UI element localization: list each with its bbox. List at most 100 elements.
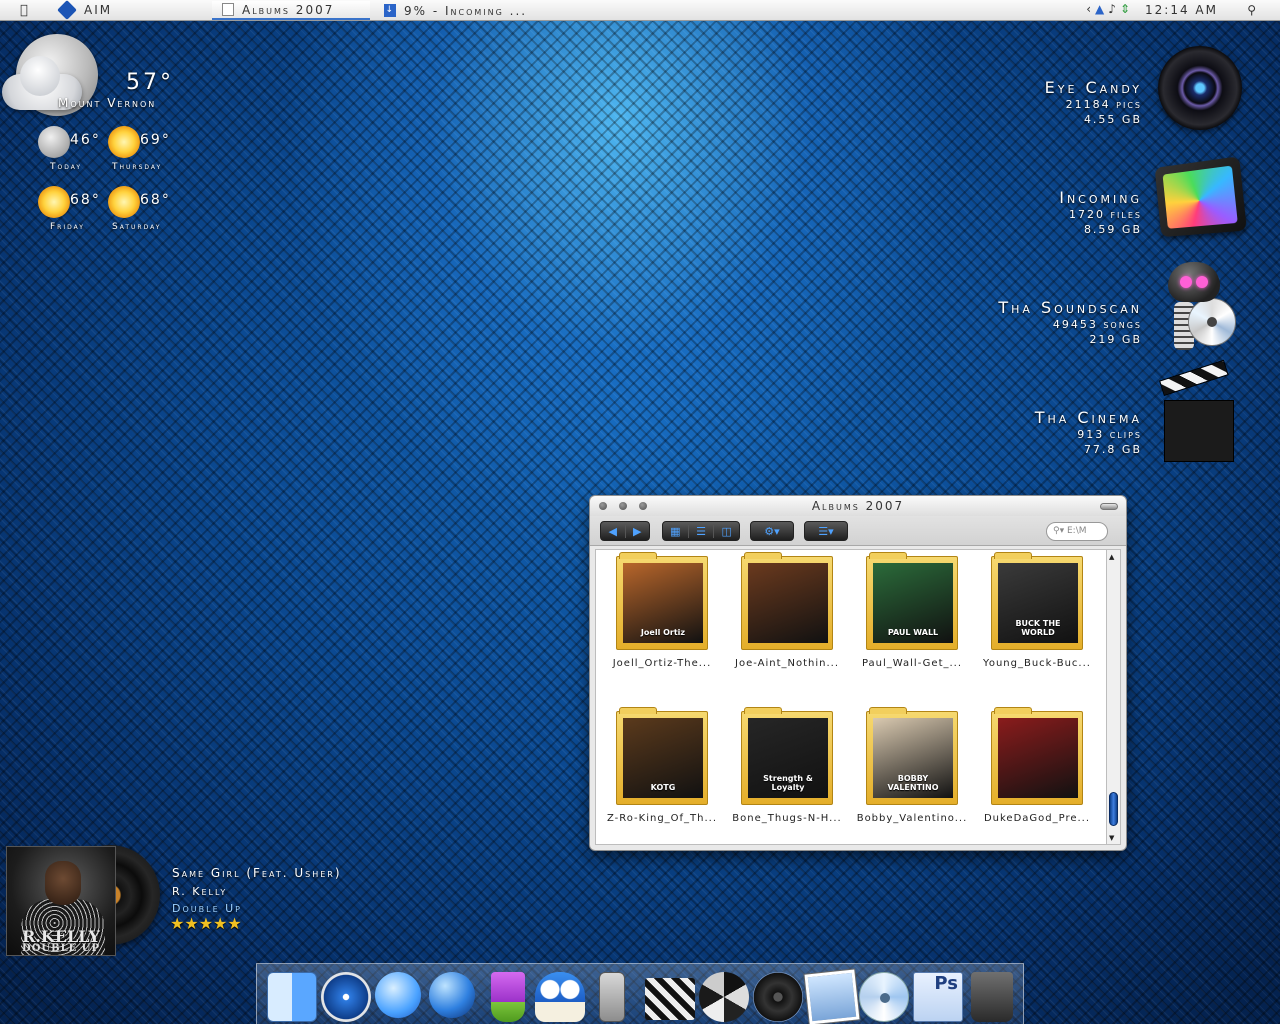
forecast-temp: 68°: [140, 192, 171, 208]
forecast-temp: 69°: [140, 132, 171, 148]
finder-icon[interactable]: [267, 972, 317, 1022]
safari-icon[interactable]: [321, 972, 371, 1022]
sync-icon[interactable]: ⇕: [1120, 2, 1130, 16]
arrange-icon: ☰▾: [818, 524, 834, 538]
clapperboard-icon[interactable]: [1159, 359, 1236, 464]
album-folder[interactable]: Joe-Aint_Nothin...: [725, 552, 845, 674]
album-folder-label[interactable]: Joell_Ortiz-The...: [600, 658, 724, 669]
moon-icon: [38, 126, 70, 158]
album-folder-label[interactable]: Bone_Thugs-N-H...: [725, 813, 849, 824]
menubar-clock[interactable]: 12:14 AM: [1145, 3, 1218, 17]
album-folder-label[interactable]: Young_Buck-Buc...: [975, 658, 1099, 669]
cd-icon[interactable]: [859, 972, 909, 1022]
window-titlebar[interactable]: Albums 2007: [590, 496, 1126, 516]
phone-icon[interactable]: [599, 972, 625, 1022]
drive-cinema[interactable]: Tha Cinema 913 clips 77.8 GB: [1035, 408, 1142, 457]
weather-widget[interactable]: 57° Mount Vernon 46° Today 69° Thursday …: [0, 30, 200, 240]
action-menu-button[interactable]: ⚙▾: [750, 521, 794, 541]
tab-incoming[interactable]: ↓ 9% - Incoming ...: [374, 1, 574, 20]
search-icon[interactable]: ⚲: [1247, 3, 1256, 17]
forecast-day: Thursday: [112, 162, 163, 172]
drive-incoming[interactable]: Incoming 1720 files 8.59 GB: [1059, 188, 1142, 237]
scrollbar-thumb[interactable]: [1109, 792, 1118, 826]
folder-icon: BUCK THE WORLD: [991, 552, 1083, 650]
ichat-icon[interactable]: [375, 972, 421, 1018]
album-folder[interactable]: Joell Ortiz Joell_Ortiz-The...: [600, 552, 720, 674]
app-name[interactable]: AIM: [84, 3, 112, 17]
album-folder[interactable]: BOBBY VALENTINO Bobby_Valentino...: [850, 707, 970, 829]
now-playing-artist: R. Kelly: [172, 885, 228, 898]
view-switcher: ▦ ☰ ◫: [662, 521, 740, 541]
tab-label: 9% - Incoming ...: [404, 3, 528, 18]
photos-icon[interactable]: [804, 969, 860, 1024]
column-view-button[interactable]: ◫: [713, 524, 739, 538]
album-folder-label[interactable]: Z-Ro-King_Of_Th...: [600, 813, 724, 824]
vertical-scrollbar[interactable]: ▲ ▼: [1107, 549, 1121, 845]
toolbar-toggle-button[interactable]: [1100, 503, 1118, 510]
tab-albums-2007[interactable]: Albums 2007: [212, 1, 370, 20]
album-cover[interactable]: R.KELLY DOUBLE UP: [6, 846, 116, 956]
arrange-menu-button[interactable]: ☰▾: [804, 521, 848, 541]
camera-lens-icon[interactable]: [1158, 46, 1242, 130]
album-folder-label[interactable]: Paul_Wall-Get_...: [850, 658, 974, 669]
cover-text: Joell Ortiz: [640, 628, 686, 637]
sun-icon: [108, 126, 140, 158]
scroll-down-arrow-icon[interactable]: ▼: [1109, 834, 1114, 842]
download-icon: ↓: [384, 4, 396, 17]
album-folder-label[interactable]: Joe-Aint_Nothin...: [725, 658, 849, 669]
gear-icon: ⚙▾: [764, 524, 780, 538]
album-folder[interactable]: BUCK THE WORLD Young_Buck-Buc...: [975, 552, 1095, 674]
search-icon: ⚲▾: [1053, 526, 1065, 536]
drive-title: Incoming: [1059, 188, 1142, 207]
incoming-drive-icon[interactable]: [1154, 156, 1247, 238]
cover-text: BOBBY VALENTINO: [887, 774, 939, 792]
album-cover-thumbnail: PAUL WALL: [873, 563, 953, 643]
folder-icon: Strength & Loyalty: [741, 707, 833, 805]
drive-size: 77.8 GB: [1083, 443, 1142, 456]
album-folder[interactable]: DukeDaGod_Pre...: [975, 707, 1095, 829]
album-cover-thumbnail: [998, 718, 1078, 798]
album-folder-label[interactable]: Bobby_Valentino...: [850, 813, 974, 824]
album-folder[interactable]: KOTG Z-Ro-King_Of_Th...: [600, 707, 720, 829]
window-title: Albums 2007: [811, 499, 905, 513]
drive-soundscan[interactable]: Tha Soundscan 49453 songs 219 GB: [998, 298, 1142, 347]
mushroom-icon[interactable]: [535, 972, 585, 1022]
drive-title: Tha Soundscan: [998, 298, 1142, 317]
apple-menu-icon[interactable]: : [20, 3, 40, 18]
album-folder-label[interactable]: DukeDaGod_Pre...: [975, 813, 1099, 824]
photoshop-icon[interactable]: Ps: [913, 972, 963, 1022]
aim-icon[interactable]: [57, 0, 77, 20]
icon-view[interactable]: Joell Ortiz Joell_Ortiz-The... Joe-Aint_No…: [595, 549, 1107, 845]
robot-disc-icon[interactable]: [1158, 262, 1240, 354]
drive-eye-candy[interactable]: Eye Candy 21184 pics 4.55 GB: [1045, 78, 1142, 127]
album-folder[interactable]: PAUL WALL Paul_Wall-Get_...: [850, 552, 970, 674]
drive-title: Eye Candy: [1044, 78, 1142, 97]
forecast-day: Saturday: [112, 222, 162, 232]
forecast-today: 46° Today: [38, 126, 118, 186]
forecast-friday: 68° Friday: [38, 186, 118, 246]
finder-window[interactable]: Albums 2007 ◀ ▶ ▦ ☰ ◫ ⚙▾ ☰▾ ⚲▾ E:\M Joel…: [589, 495, 1127, 851]
scroll-up-arrow-icon[interactable]: ▲: [1109, 553, 1114, 561]
search-field[interactable]: ⚲▾ E:\M: [1046, 522, 1108, 541]
list-view-button[interactable]: ☰: [687, 524, 714, 538]
menu-bar:  AIM Albums 2007 ↓ 9% - Incoming ... ‹ …: [0, 0, 1280, 21]
dvd-player-icon[interactable]: [753, 972, 803, 1022]
cover-text: KOTG: [650, 783, 676, 792]
rating-stars[interactable]: ★★★★★: [170, 914, 242, 933]
clapperboard-icon[interactable]: [645, 978, 695, 1020]
back-forward-buttons: ◀ ▶: [600, 521, 650, 541]
chevron-left-icon[interactable]: ‹: [1086, 2, 1091, 16]
aperture-icon[interactable]: [699, 972, 749, 1022]
network-icon[interactable]: ▲: [1095, 2, 1104, 16]
drive-size: 8.59 GB: [1083, 223, 1142, 236]
slushie-icon[interactable]: [491, 972, 525, 1022]
forward-button[interactable]: ▶: [624, 524, 650, 538]
back-button[interactable]: ◀: [601, 525, 625, 538]
volume-icon[interactable]: ♪: [1108, 2, 1116, 16]
document-icon: [222, 3, 234, 16]
globe-icon[interactable]: [429, 972, 475, 1018]
icon-view-button[interactable]: ▦: [663, 525, 688, 538]
trash-icon[interactable]: [971, 972, 1013, 1022]
drive-title: Tha Cinema: [1034, 408, 1142, 427]
album-folder[interactable]: Strength & Loyalty Bone_Thugs-N-H...: [725, 707, 845, 829]
